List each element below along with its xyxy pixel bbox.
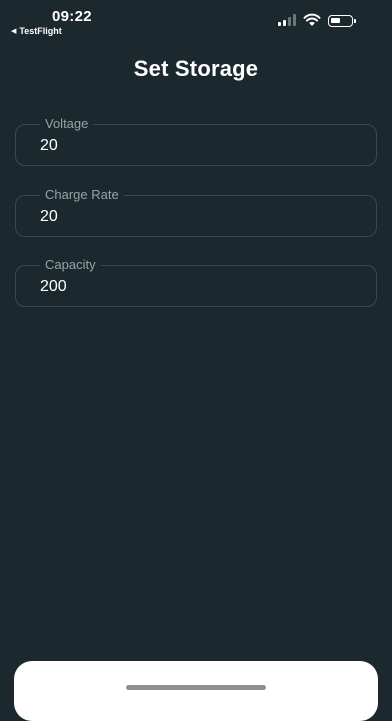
back-app-label: TestFlight — [19, 26, 62, 36]
voltage-label: Voltage — [40, 116, 94, 132]
battery-level-fill — [331, 18, 340, 23]
battery-icon — [328, 15, 353, 27]
charge-rate-label: Charge Rate — [40, 187, 124, 203]
wifi-icon — [303, 13, 321, 26]
charge-rate-input[interactable]: 20 — [40, 207, 340, 227]
battery-cap — [354, 19, 356, 23]
charge-rate-field[interactable]: Charge Rate 20 — [15, 187, 377, 237]
voltage-field[interactable]: Voltage 20 — [15, 116, 377, 166]
status-bar: 09:22 ◀ TestFlight — [0, 0, 392, 40]
cellular-signal-icon — [278, 14, 298, 26]
back-to-app-link[interactable]: ◀ TestFlight — [11, 26, 62, 36]
bottom-sheet[interactable] — [14, 661, 378, 721]
status-time: 09:22 — [52, 8, 92, 25]
capacity-input[interactable]: 200 — [40, 277, 340, 297]
capacity-field[interactable]: Capacity 200 — [15, 257, 377, 307]
page-title: Set Storage — [133, 56, 259, 81]
capacity-label: Capacity — [40, 257, 101, 273]
voltage-input[interactable]: 20 — [40, 136, 340, 156]
home-indicator[interactable] — [126, 685, 266, 690]
back-arrow-icon: ◀ — [11, 28, 17, 35]
